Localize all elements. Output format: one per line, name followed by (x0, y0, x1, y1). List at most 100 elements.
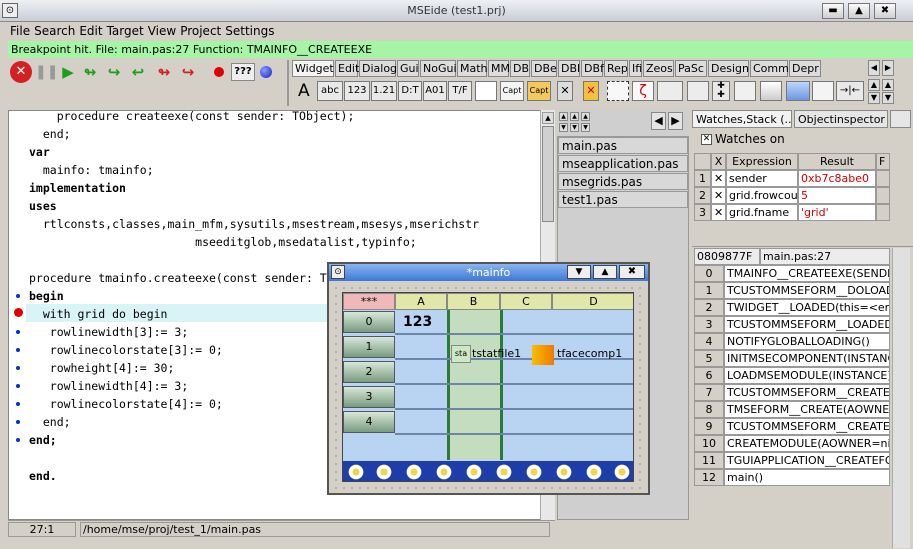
grid-row-header[interactable]: 2 (343, 361, 395, 383)
watch-expression[interactable]: sender (726, 170, 798, 187)
maximize-button[interactable]: ▲ (848, 3, 870, 19)
palette-scroll-up-icon[interactable]: ▲ (868, 79, 880, 91)
executable-line-dot-icon[interactable] (16, 420, 20, 424)
scrollbox-icon[interactable] (734, 81, 756, 101)
component-tab-rep[interactable]: Rep (604, 60, 628, 77)
button-component-icon[interactable]: Capt (500, 81, 524, 101)
menu-settings[interactable]: Settings (223, 22, 276, 40)
code-line[interactable]: with grid do begin (29, 305, 168, 323)
stack-frame[interactable]: TMSEFORM__CREATE(AOWNER) (724, 401, 890, 418)
stack-frame[interactable]: TCUSTOMMSEFORM__LOADED (724, 316, 890, 333)
code-line[interactable]: rowlinecolorstate[4]:= 0; (29, 395, 223, 413)
boolean-edit-icon[interactable]: T/F (448, 81, 472, 101)
nav-arrow-2-icon[interactable]: ▲ (570, 112, 579, 121)
splitter-icon[interactable]: ζ (632, 81, 654, 101)
form-close-icon[interactable]: ✖ (619, 265, 645, 279)
component-tab-widget[interactable]: Widget (292, 60, 334, 77)
executable-line-dot-icon[interactable] (16, 348, 20, 352)
code-line[interactable]: rowlinecolorstate[3]:= 0; (29, 341, 223, 359)
groupbox-icon[interactable] (607, 81, 629, 101)
grid-row-header[interactable]: 1 (343, 336, 395, 358)
grid-cell-a0[interactable]: 123 (403, 314, 432, 330)
edit-box-icon[interactable] (475, 81, 497, 101)
menu-project[interactable]: Project (178, 22, 223, 40)
menu-target[interactable]: Target (105, 22, 146, 40)
menu-search[interactable]: Search (32, 22, 77, 40)
panel-icon[interactable] (687, 81, 709, 101)
nav-arrow-4-icon[interactable]: ▼ (559, 123, 568, 132)
grid-row-header[interactable]: 0 (343, 311, 395, 333)
nav-arrow-1-icon[interactable]: ▲ (559, 112, 568, 121)
grid-row-header[interactable]: 3 (343, 386, 395, 408)
breakpoint-toggle-icon[interactable] (214, 67, 224, 77)
code-line[interactable]: var (29, 143, 50, 161)
component-tab-comm[interactable]: Comm (750, 60, 789, 77)
code-line[interactable]: rowlinewidth[4]:= 3; (29, 377, 188, 395)
blue-dot-icon[interactable] (260, 66, 272, 78)
tabs-scroll-left-icon[interactable]: ◀ (868, 60, 880, 76)
label-component-icon[interactable]: A (298, 81, 310, 101)
menu-view[interactable]: View (146, 22, 178, 40)
datetime-edit-icon[interactable]: D:T (398, 81, 422, 101)
stack-frame[interactable]: TMAINFO__CREATEEXE(SENDER=0xb7c8abe0) (724, 265, 890, 282)
file-tab-main[interactable]: main.pas (558, 137, 688, 154)
step-out-icon[interactable]: ↩ (128, 62, 148, 82)
watch-expression[interactable]: grid.frowcount (726, 187, 798, 204)
grid-col-c[interactable]: C (500, 293, 552, 310)
watches-on-checkbox[interactable]: ✕ (701, 134, 712, 145)
code-line[interactable]: end. (29, 467, 57, 485)
stop-icon[interactable]: ✕ (10, 61, 32, 83)
executable-line-dot-icon[interactable] (16, 366, 20, 370)
file-next-icon[interactable]: ▶ (668, 112, 683, 130)
grid-col-d[interactable]: D (552, 293, 633, 310)
dock-panel-icon[interactable] (786, 81, 810, 101)
facecomp-component-icon[interactable] (532, 345, 554, 365)
stack-frame[interactable]: INITMSECOMPONENT(INSTANCE) (724, 350, 890, 367)
frame-icon[interactable] (657, 81, 683, 101)
component-tab-dbl[interactable]: DBl (558, 60, 580, 77)
code-line[interactable]: implementation (29, 179, 126, 197)
watch-expression[interactable]: grid.fname (726, 204, 798, 221)
nav-arrow-5-icon[interactable]: ▼ (570, 123, 579, 132)
string-grid[interactable]: *** A B C D 01234 123 sta tstatfile1 tfa… (342, 292, 634, 482)
component-tab-dbe[interactable]: DBe (531, 60, 557, 77)
stack-frame[interactable]: LOADMSEMODULE(INSTANCE) (724, 367, 890, 384)
button-color-component-icon[interactable]: Capt (527, 81, 551, 101)
code-line[interactable]: end; (29, 125, 71, 143)
step-into-icon[interactable]: ↪ (104, 62, 124, 82)
code-line[interactable]: rowlinewidth[3]:= 3; (29, 323, 188, 341)
code-line[interactable]: mainfo: tmainfo; (29, 161, 154, 179)
component-tab-edit[interactable]: Edit (335, 60, 359, 77)
tab-watches-stack[interactable]: Watches,Stack (... (692, 110, 792, 128)
toolbar-x-icon[interactable]: ✕ (557, 81, 573, 101)
stack-vscrollbar[interactable] (892, 248, 910, 548)
watch-enabled-checkbox[interactable]: ✕ (711, 170, 726, 187)
palette-scroll-down-icon[interactable]: ▼ (868, 92, 880, 104)
nav-arrow-6-icon[interactable]: ▼ (581, 123, 590, 132)
file-tab-test1[interactable]: test1.pas (558, 191, 688, 208)
grid-col-b[interactable]: B (447, 293, 500, 310)
grid-col-a[interactable]: A (395, 293, 447, 310)
watch-enabled-checkbox[interactable]: ✕ (711, 204, 726, 221)
component-tab-pasc[interactable]: PaSc (675, 60, 707, 77)
real-edit-icon[interactable]: 1.21 (371, 81, 397, 101)
panel-extra-tab[interactable] (890, 110, 911, 128)
close-button[interactable]: ✖ (874, 3, 896, 19)
run-icon[interactable]: ▶ (58, 62, 78, 82)
minimize-button[interactable]: ▬ (822, 3, 844, 19)
stack-frame[interactable]: NOTIFYGLOBALLOADING() (724, 333, 890, 350)
pause-icon[interactable]: ❚❚ (35, 62, 58, 82)
string-edit-icon[interactable]: abc (317, 81, 343, 101)
stack-frame[interactable]: TCUSTOMMSEFORM__CREATE (724, 418, 890, 435)
component-tab-dialog[interactable]: Dialog (359, 60, 397, 77)
palette-scroll-down2-icon[interactable]: ▼ (882, 92, 894, 104)
code-line[interactable]: mseeditglob,msedatalist,typinfo; (29, 233, 417, 251)
grid-row-header[interactable]: 4 (343, 411, 395, 433)
enum-edit-icon[interactable]: A01 (423, 81, 447, 101)
step-over-icon[interactable]: ↬ (80, 62, 100, 82)
scroll-up-icon[interactable]: ▲ (542, 112, 554, 124)
spinner-icon[interactable]: ✚ ✚ (712, 81, 730, 101)
stack-frame[interactable]: CREATEMODULE(AOWNER=nil) (724, 435, 890, 452)
component-tab-db[interactable]: DB (510, 60, 530, 77)
watch-format-cell[interactable] (876, 187, 890, 204)
